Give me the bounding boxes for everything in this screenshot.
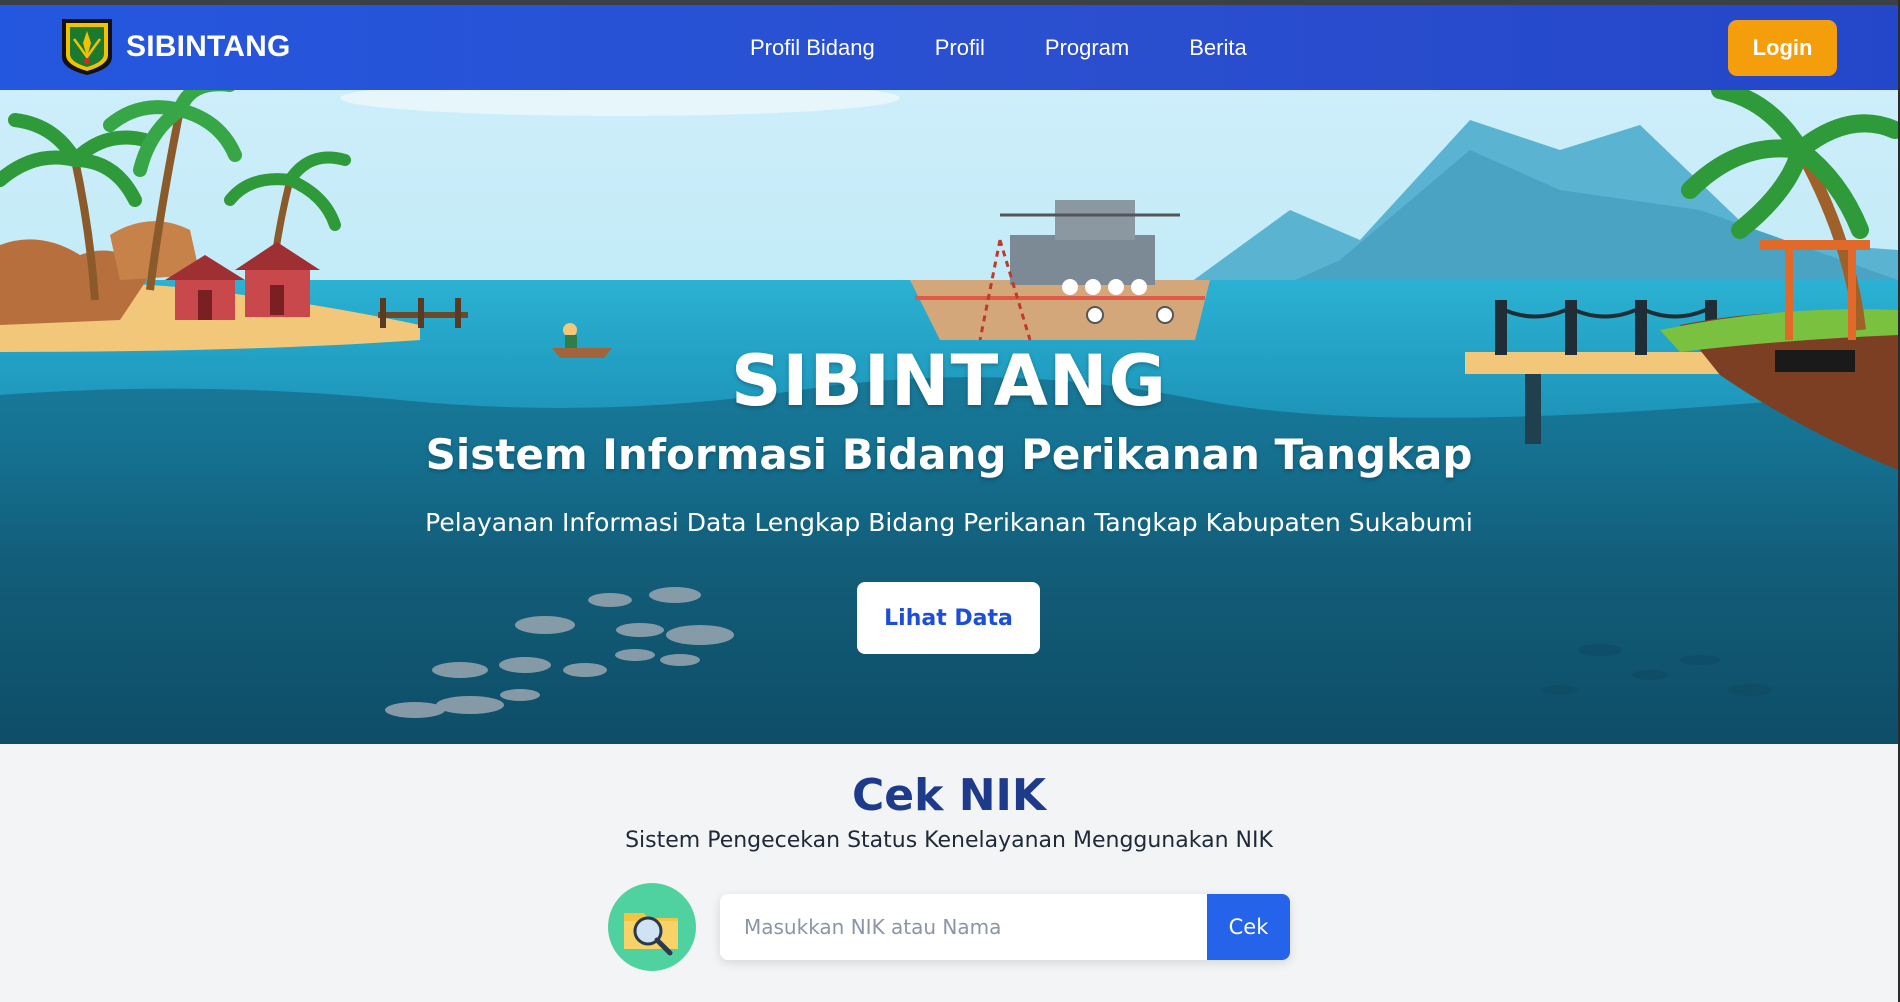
nav-link-profil[interactable]: Profil (935, 35, 985, 61)
brand[interactable]: SIBINTANG (60, 17, 291, 77)
cek-button[interactable]: Cek (1207, 894, 1290, 960)
hero-subtitle: Sistem Informasi Bidang Perikanan Tangka… (425, 430, 1473, 479)
cek-nik-title: Cek NIK (851, 770, 1046, 821)
login-button[interactable]: Login (1728, 20, 1837, 76)
nav-link-profil-bidang[interactable]: Profil Bidang (750, 35, 875, 61)
page: SIBINTANG Profil Bidang Profil Program B… (0, 0, 1898, 1002)
brand-name: SIBINTANG (126, 30, 291, 63)
browser-top-strip (0, 0, 1900, 5)
sukabumi-emblem-icon (62, 19, 112, 75)
nik-search-input[interactable] (720, 894, 1207, 960)
navbar: SIBINTANG Profil Bidang Profil Program B… (0, 5, 1898, 90)
nav-link-berita[interactable]: Berita (1189, 35, 1246, 61)
nav-link-program[interactable]: Program (1045, 35, 1129, 61)
main-menu: Profil Bidang Profil Program Berita (750, 5, 1247, 90)
cek-nik-subtitle: Sistem Pengecekan Status Kenelayanan Men… (625, 828, 1273, 853)
folder-search-icon (608, 883, 696, 971)
hero-title: SIBINTANG (731, 340, 1167, 422)
hero-description: Pelayanan Informasi Data Lengkap Bidang … (425, 508, 1473, 537)
lihat-data-button[interactable]: Lihat Data (857, 582, 1040, 654)
hero-content: SIBINTANG Sistem Informasi Bidang Perika… (0, 90, 1898, 744)
hero-section: SIBINTANG Sistem Informasi Bidang Perika… (0, 90, 1898, 744)
cek-nik-form: Cek (720, 894, 1290, 960)
